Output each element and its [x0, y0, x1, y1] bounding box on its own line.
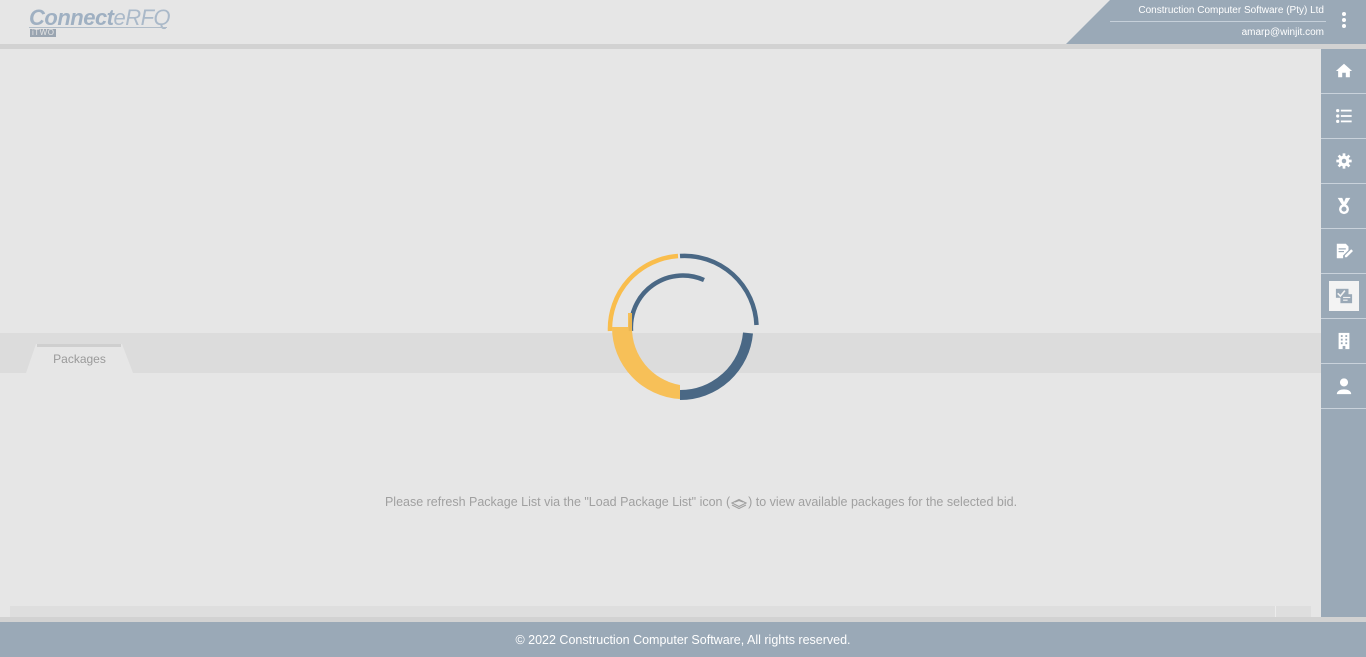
loading-spinner [607, 253, 759, 401]
sidebar-item-companies[interactable] [1321, 319, 1366, 364]
spinner-inner-blue-arc [628, 273, 705, 332]
sidebar-item-awards[interactable] [1321, 184, 1366, 229]
sidebar-item-home[interactable] [1321, 49, 1366, 94]
user-icon [1336, 378, 1351, 395]
sidebar-active-highlight [1328, 281, 1359, 311]
message-text-start: Please refresh Package List via the "Loa… [384, 495, 731, 509]
sidebar-item-settings[interactable] [1321, 139, 1366, 184]
copyright-text: © 2022 Construction Computer Software, A… [515, 632, 851, 647]
more-options-icon[interactable] [1337, 10, 1351, 32]
message-text-end: ) to view available packages for the sel… [748, 495, 1018, 509]
app-logo[interactable]: ConnecteRFQ iTWO [29, 5, 171, 37]
home-icon [1335, 63, 1352, 78]
empty-state-message: Please refresh Package List via the "Loa… [0, 495, 1366, 509]
logo-sub: iTWO [30, 28, 57, 37]
spinner-yellow-segment [611, 313, 680, 399]
packages-icon [1335, 288, 1352, 304]
gear-icon [1335, 153, 1352, 169]
header-divider [0, 44, 1366, 49]
account-divider [1110, 21, 1326, 22]
sidebar-item-profile[interactable] [1321, 364, 1366, 409]
load-package-list-icon [731, 498, 748, 509]
sidebar-item-packages[interactable] [1321, 274, 1366, 319]
tab-packages[interactable]: Packages [26, 344, 133, 373]
app-footer: © 2022 Construction Computer Software, A… [0, 622, 1366, 657]
tab-active-indicator [37, 344, 121, 347]
tab-label: Packages [53, 351, 106, 366]
spinner-outer-blue-arc [679, 253, 759, 326]
award-icon [1337, 197, 1350, 215]
sidebar-item-edit[interactable] [1321, 229, 1366, 274]
sidebar-item-list[interactable] [1321, 94, 1366, 139]
app-header: ConnecteRFQ iTWO Construction Computer S… [0, 0, 1366, 44]
building-icon [1338, 332, 1349, 350]
edit-document-icon [1336, 243, 1353, 259]
user-email: amarp@winjit.com [1241, 27, 1324, 38]
spinner-thick-blue-arc [679, 332, 753, 401]
company-name: Construction Computer Software (Pty) Ltd [1138, 5, 1324, 16]
list-icon [1335, 108, 1352, 124]
right-sidebar [1321, 49, 1366, 617]
